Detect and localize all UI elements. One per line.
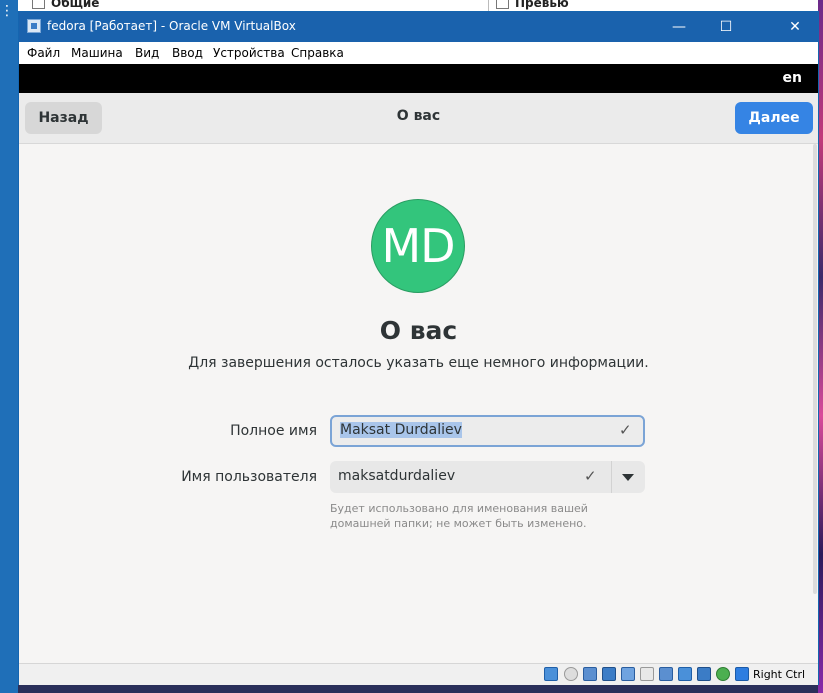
full-name-value: Maksat Durdaliev	[340, 422, 462, 438]
menu-machine[interactable]: Машина	[71, 46, 123, 60]
header-title: О вас	[396, 108, 441, 124]
background-tab-general[interactable]: Общие	[32, 0, 99, 10]
document-icon	[32, 0, 45, 9]
host-key-label: Right Ctrl	[753, 668, 806, 681]
optical-drive-icon[interactable]	[564, 667, 578, 681]
virtualbox-app-icon	[27, 19, 41, 33]
keyboard-layout-indicator[interactable]: en	[783, 70, 802, 86]
virtualbox-window: fedora [Работает] - Oracle VM VirtualBox…	[18, 11, 819, 685]
page-subtitle: Для завершения осталось указать еще немн…	[188, 355, 649, 371]
recording-icon[interactable]	[678, 667, 692, 681]
menubar: Файл Машина Вид Ввод Устройства Справка	[19, 42, 818, 65]
username-hint: Будет использовано для именования вашей …	[330, 502, 588, 530]
desktop-taskbar-strip: ⋮	[0, 0, 18, 693]
guest-screen: en Назад О вас Далее MD О вас Для заверш…	[19, 64, 818, 663]
menu-help[interactable]: Справка	[291, 46, 344, 60]
display-icon[interactable]	[659, 667, 673, 681]
avatar[interactable]: MD	[371, 199, 465, 293]
maximize-button[interactable]: ☐	[703, 12, 749, 42]
network-icon[interactable]	[602, 667, 616, 681]
shared-folders-icon[interactable]	[640, 667, 654, 681]
menu-devices[interactable]: Устройства	[213, 46, 285, 60]
host-key-icon[interactable]	[735, 667, 749, 681]
full-name-label: Полное имя	[230, 423, 317, 439]
full-name-field[interactable]: Maksat Durdaliev ✓	[330, 415, 645, 447]
setup-header: Назад О вас Далее	[19, 93, 818, 144]
audio-icon[interactable]	[583, 667, 597, 681]
divider	[611, 461, 612, 493]
usb-icon[interactable]	[621, 667, 635, 681]
close-button[interactable]: ✕	[772, 12, 818, 42]
checkmark-icon: ✓	[619, 421, 632, 439]
username-label: Имя пользователя	[181, 469, 317, 485]
next-button[interactable]: Далее	[735, 102, 813, 134]
window-titlebar[interactable]: fedora [Работает] - Oracle VM VirtualBox…	[19, 12, 818, 42]
page-title: О вас	[379, 316, 458, 345]
menu-input[interactable]: Ввод	[172, 46, 203, 60]
menu-file[interactable]: Файл	[27, 46, 60, 60]
mouse-integration-icon[interactable]	[716, 667, 730, 681]
document-icon	[496, 0, 509, 9]
gnome-top-bar: en	[19, 64, 818, 93]
menu-dots-icon[interactable]: ⋮	[0, 4, 14, 18]
username-value: maksatdurdaliev	[338, 468, 456, 484]
minimize-button[interactable]: —	[656, 12, 702, 42]
hard-disk-icon[interactable]	[544, 667, 558, 681]
cpu-icon[interactable]	[697, 667, 711, 681]
username-field[interactable]: maksatdurdaliev ✓	[330, 461, 645, 493]
checkmark-icon: ✓	[584, 467, 597, 485]
menu-view[interactable]: Вид	[135, 46, 159, 60]
background-tab-preview[interactable]: Превью	[496, 0, 569, 10]
window-title: fedora [Работает] - Oracle VM VirtualBox	[47, 19, 296, 33]
chevron-down-icon[interactable]	[622, 474, 634, 481]
vm-statusbar: Right Ctrl	[19, 663, 818, 685]
